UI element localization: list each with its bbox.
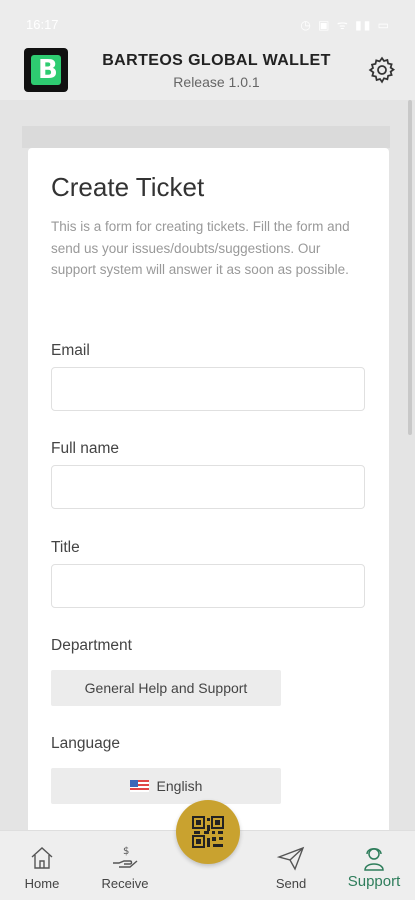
email-field[interactable] bbox=[51, 367, 365, 411]
nav-receive[interactable]: $ Receive bbox=[85, 831, 165, 900]
title-field[interactable] bbox=[51, 564, 365, 608]
email-label: Email bbox=[51, 342, 90, 359]
gear-icon[interactable] bbox=[367, 55, 397, 85]
receive-icon: $ bbox=[113, 846, 138, 868]
department-label: Department bbox=[51, 637, 132, 654]
send-icon bbox=[276, 846, 305, 871]
home-icon bbox=[31, 847, 53, 869]
main-content[interactable]: Create Ticket This is a form for creatin… bbox=[0, 100, 415, 830]
form-description: This is a form for creating tickets. Fil… bbox=[51, 219, 350, 277]
nav-send[interactable]: Send bbox=[251, 831, 331, 900]
status-bar: 16:17 ◷ ▣ ᯤ ▮▮ ▭ bbox=[0, 0, 415, 44]
us-flag-icon bbox=[129, 780, 149, 792]
nav-receive-label: Receive bbox=[101, 876, 149, 891]
ticket-form-card: Create Ticket This is a form for creatin… bbox=[28, 148, 389, 830]
language-select[interactable]: English bbox=[51, 768, 281, 804]
language-value: English bbox=[156, 778, 203, 794]
page-title: Create Ticket bbox=[51, 172, 205, 202]
svg-text:$: $ bbox=[123, 846, 129, 857]
nav-home-label: Home bbox=[24, 876, 60, 891]
status-time: 16:17 bbox=[26, 17, 59, 32]
department-value: General Help and Support bbox=[84, 680, 248, 696]
app-release: Release 1.0.1 bbox=[173, 74, 260, 90]
qr-code-icon bbox=[192, 816, 224, 848]
app-header: B BARTEOS GLOBAL WALLET Release 1.0.1 bbox=[0, 44, 415, 100]
card-backdrop bbox=[22, 126, 390, 148]
nav-send-label: Send bbox=[275, 876, 307, 891]
language-label: Language bbox=[51, 735, 120, 752]
full-name-label: Full name bbox=[51, 440, 120, 457]
status-icons: ◷ ▣ ᯤ ▮▮ ▭ bbox=[300, 18, 391, 32]
scrollbar[interactable] bbox=[408, 100, 412, 435]
nav-home[interactable]: Home bbox=[2, 831, 82, 900]
full-name-field[interactable] bbox=[51, 465, 365, 509]
app-title: BARTEOS GLOBAL WALLET bbox=[102, 52, 331, 69]
qr-scan-button[interactable] bbox=[176, 800, 240, 864]
support-icon bbox=[364, 848, 384, 871]
title-label: Title bbox=[51, 539, 80, 556]
nav-support[interactable]: Support bbox=[334, 831, 414, 900]
nav-support-label: Support bbox=[347, 873, 401, 890]
department-select[interactable]: General Help and Support bbox=[51, 670, 281, 706]
